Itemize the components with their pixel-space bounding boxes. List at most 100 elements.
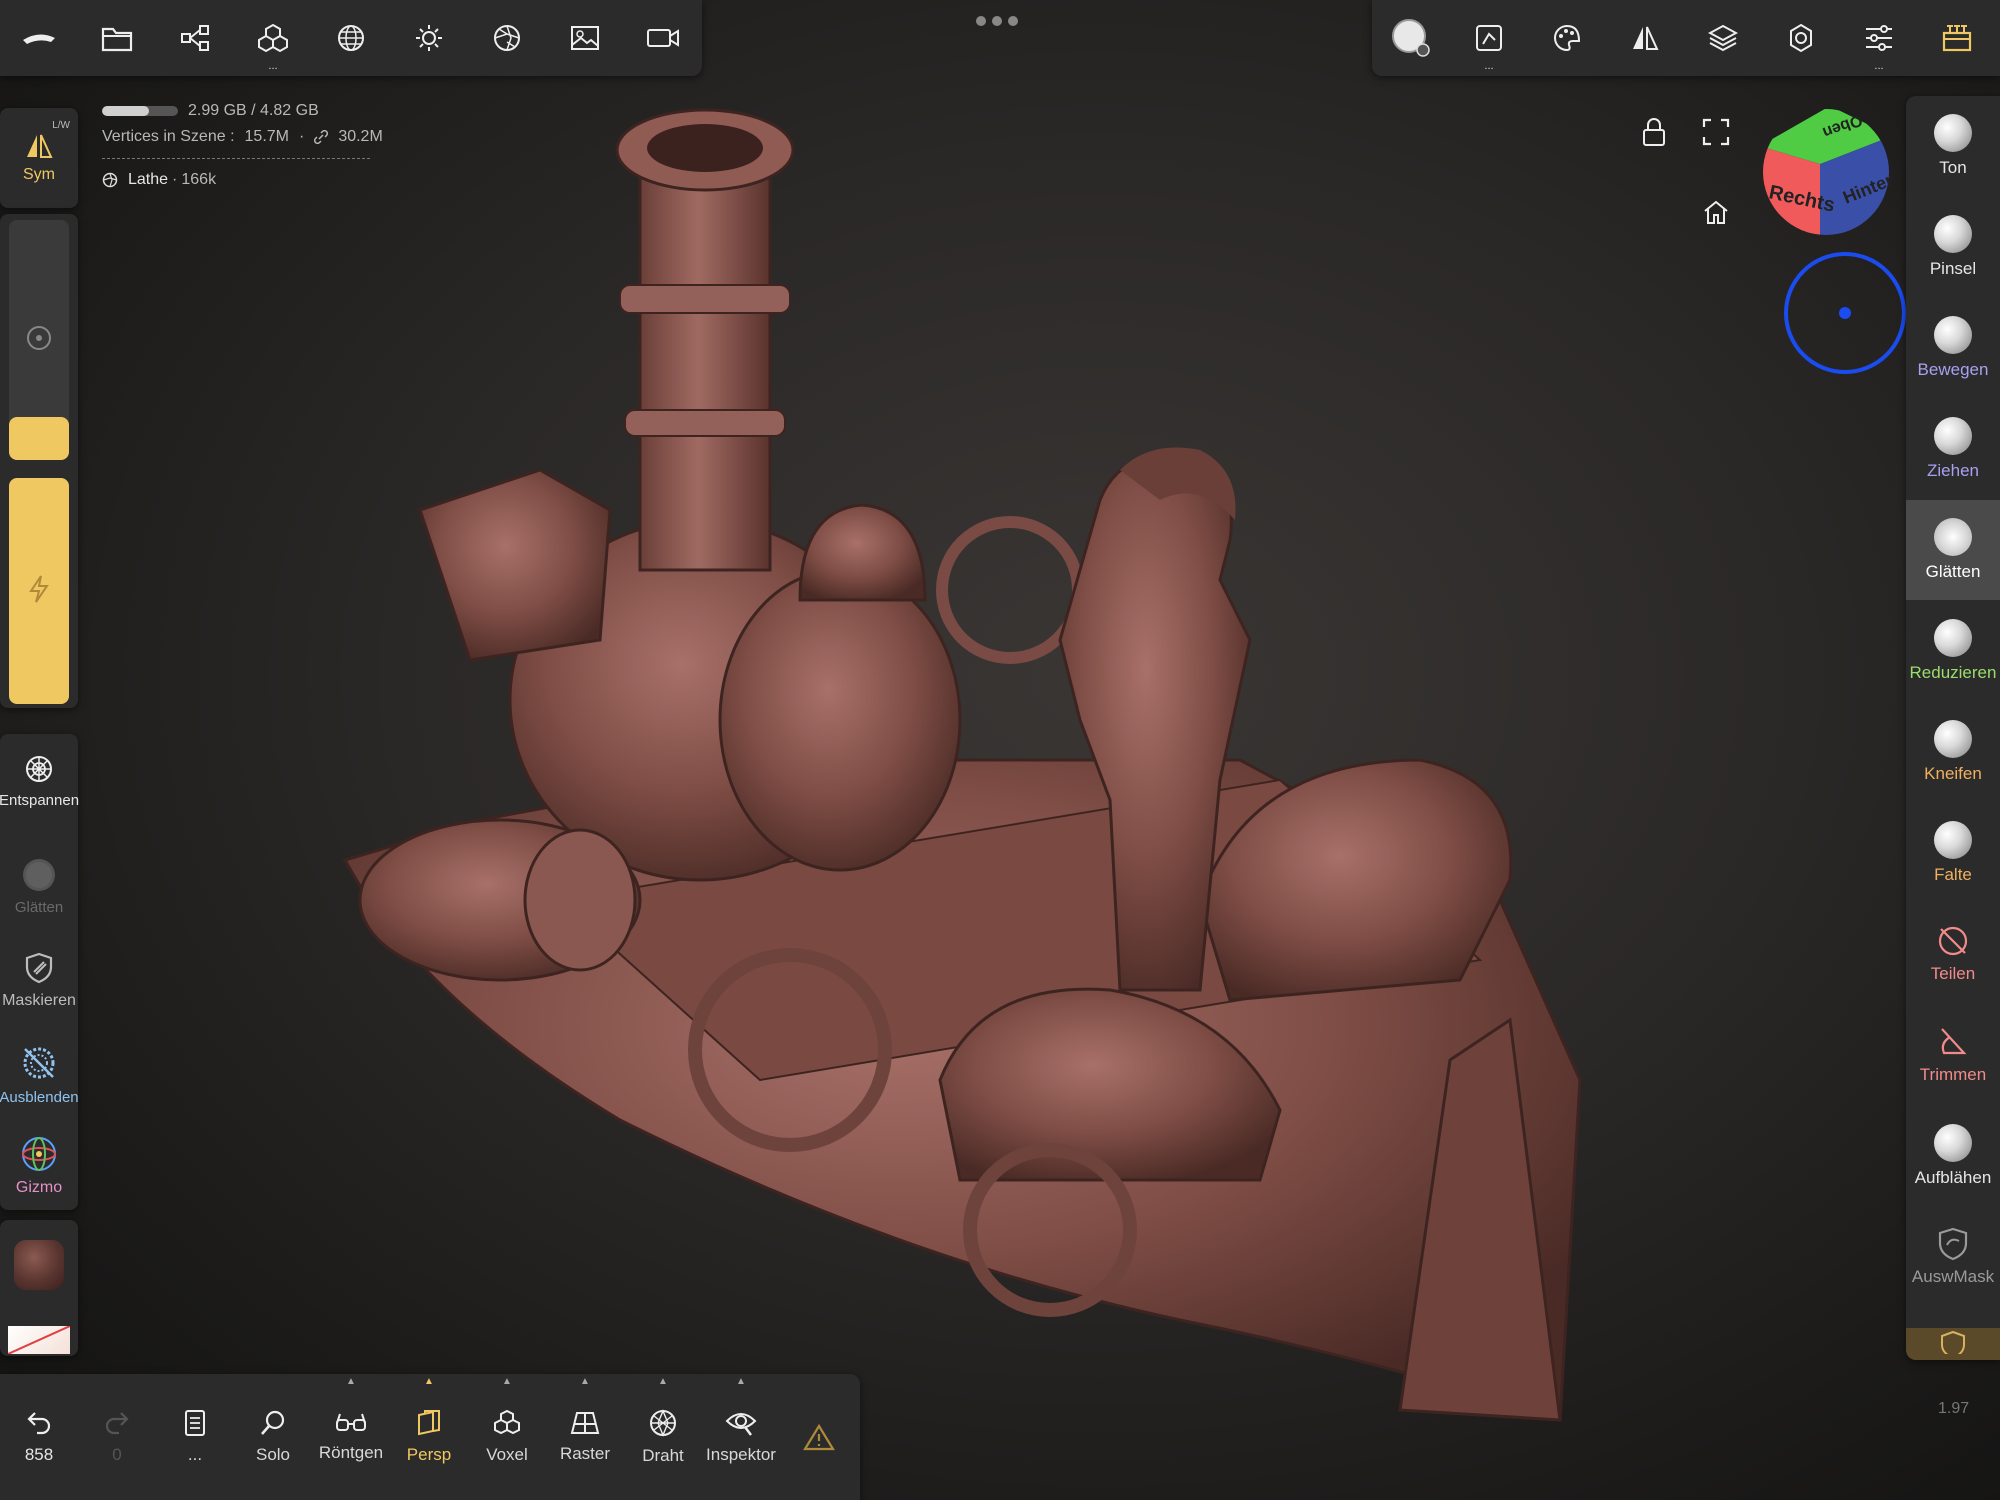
mask-shield-icon — [1938, 1328, 1968, 1354]
voxel-button[interactable]: ▲ Voxel — [468, 1374, 546, 1500]
primitives-icon — [257, 23, 289, 53]
scene-button[interactable] — [156, 0, 234, 76]
home-button[interactable] — [1694, 190, 1738, 234]
wireframe-button[interactable]: ▲ Draht — [624, 1374, 702, 1500]
symmetry-button[interactable] — [1606, 0, 1684, 76]
lightning-icon — [27, 574, 51, 604]
primitives-button[interactable]: ... — [234, 0, 312, 76]
tool-drag[interactable]: Ziehen — [1906, 399, 2000, 499]
left-material-panel — [0, 1220, 78, 1356]
material-swatch[interactable] — [14, 1240, 64, 1290]
nomad-logo-button[interactable] — [0, 0, 78, 76]
tool-trim-label: Trimmen — [1919, 1065, 1987, 1084]
tool-select-mask[interactable]: AuswMask — [1906, 1207, 2000, 1307]
tool-split[interactable]: Teilen — [1906, 904, 2000, 1004]
smooth-tool-button[interactable]: Glätten — [0, 846, 78, 926]
layers-icon — [1708, 23, 1738, 53]
inflate-brush-icon — [1934, 1124, 1972, 1162]
scene-share-icon — [179, 24, 211, 52]
inspector-eye-icon — [725, 1409, 757, 1437]
linked-vertices-value: 30.2M — [338, 128, 383, 145]
grid-label: Raster — [559, 1444, 611, 1463]
memory-row: 2.99 GB / 4.82 GB — [102, 98, 372, 124]
xray-button[interactable]: ▲ Röntgen — [312, 1374, 390, 1500]
brush-settings-button[interactable] — [1372, 0, 1450, 76]
inspector-button[interactable]: ▲ Inspektor — [702, 1374, 780, 1500]
memory-bar — [102, 106, 178, 116]
lathe-object-icon — [102, 172, 118, 188]
symmetry-icon — [24, 132, 54, 160]
grid-plane-icon — [570, 1410, 600, 1436]
perspective-button[interactable]: ▲ Persp — [390, 1374, 468, 1500]
tool-extra-partial[interactable] — [1906, 1328, 2000, 1360]
intensity-slider[interactable] — [9, 478, 69, 704]
radius-slider[interactable] — [9, 220, 69, 460]
tool-inflate-label: Aufblähen — [1914, 1168, 1992, 1187]
gizmo-tool-button[interactable]: Gizmo — [0, 1122, 78, 1210]
warning-icon — [803, 1423, 835, 1451]
files-button[interactable] — [78, 0, 156, 76]
drag-brush-icon — [1934, 417, 1972, 455]
warning-button[interactable] — [780, 1374, 858, 1500]
left-sliders-panel — [0, 214, 78, 708]
tool-smooth[interactable]: Glätten — [1906, 500, 2000, 600]
color-swatch[interactable] — [8, 1326, 70, 1354]
view-cube[interactable]: Rechts Hinten Oben — [1760, 106, 1892, 238]
link-icon — [314, 130, 329, 144]
tool-trim[interactable]: Trimmen — [1906, 1005, 2000, 1105]
redo-button[interactable]: 0 — [78, 1374, 156, 1500]
standard-brush-icon — [1934, 215, 1972, 253]
folder-icon — [101, 24, 133, 52]
tool-pinch[interactable]: Kneifen — [1906, 702, 2000, 802]
grid-button[interactable]: ▲ Raster — [546, 1374, 624, 1500]
palette-icon — [1552, 23, 1582, 53]
perspective-label: Persp — [406, 1445, 452, 1464]
camera-joystick[interactable] — [1782, 250, 1908, 376]
tool-move[interactable]: Bewegen — [1906, 298, 2000, 398]
undo-button[interactable]: 858 — [0, 1374, 78, 1500]
tool-pinch-label: Kneifen — [1924, 764, 1982, 783]
tool-inflate[interactable]: Aufblähen — [1906, 1106, 2000, 1206]
tool-flatten[interactable]: Reduzieren — [1906, 601, 2000, 701]
tool-crease[interactable]: Falte — [1906, 803, 2000, 903]
mask-shield-icon — [24, 952, 54, 984]
solo-button[interactable]: Solo — [234, 1374, 312, 1500]
frame-button[interactable] — [1694, 110, 1738, 154]
sliders-button[interactable]: ... — [1840, 0, 1918, 76]
tool-smooth-label: Glätten — [1925, 562, 1981, 581]
tool-clay[interactable]: Ton — [1906, 96, 2000, 196]
sym-toggle-button[interactable]: Sym L/W — [0, 108, 78, 208]
lock-button[interactable] — [1632, 110, 1676, 154]
camera-button[interactable] — [624, 0, 702, 76]
wireframe-caret-icon: ▲ — [658, 1376, 668, 1387]
gizmo-icon — [20, 1135, 58, 1173]
history-more-button[interactable]: ... — [156, 1374, 234, 1500]
smooth-brush-icon — [1934, 518, 1972, 556]
split-icon — [1936, 924, 1970, 958]
mask-tool-button[interactable]: Maskieren — [0, 934, 78, 1028]
perspective-icon — [415, 1409, 443, 1437]
smooth-label: Glätten — [14, 898, 64, 916]
document-icon — [183, 1409, 207, 1437]
object-row[interactable]: Lathe · 166k — [102, 167, 372, 193]
relax-label: Entspannen — [0, 791, 80, 809]
history-more-label: ... — [187, 1445, 203, 1464]
more-menu-dots[interactable] — [976, 16, 1024, 28]
tool-brush-label: Pinsel — [1929, 259, 1977, 278]
relax-tool-button[interactable]: Entspannen — [0, 734, 80, 828]
background-button[interactable] — [546, 0, 624, 76]
scene-info: 2.99 GB / 4.82 GB Vertices in Szene : 15… — [102, 98, 383, 193]
settings-button[interactable] — [1762, 0, 1840, 76]
layers-button[interactable] — [1684, 0, 1762, 76]
mask-label: Maskieren — [2, 992, 76, 1009]
palette-button[interactable] — [1528, 0, 1606, 76]
shading-button[interactable] — [468, 0, 546, 76]
stroke-button[interactable]: ... — [1450, 0, 1528, 76]
hide-tool-button[interactable]: Ausblenden — [0, 1028, 79, 1122]
topology-button[interactable] — [312, 0, 390, 76]
lighting-button[interactable] — [390, 0, 468, 76]
tool-brush[interactable]: Pinsel — [1906, 197, 2000, 297]
interface-button[interactable] — [1918, 0, 1996, 76]
vertices-value: 15.7M — [244, 128, 289, 145]
stroke-icon — [1475, 24, 1503, 52]
